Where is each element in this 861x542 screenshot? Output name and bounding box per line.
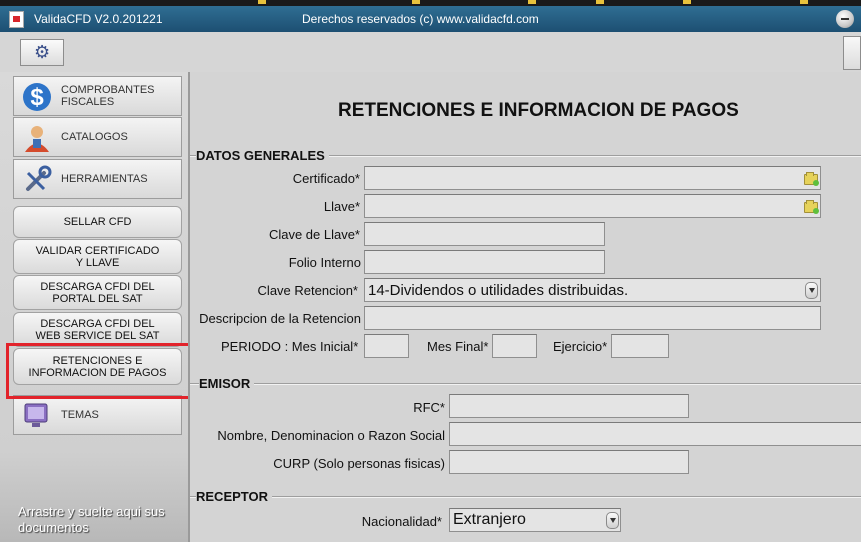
clave-retencion-label: Clave Retencion*	[257, 283, 358, 298]
ejercicio-field[interactable]	[611, 334, 669, 358]
menu-label: TEMAS	[61, 409, 99, 421]
menu-catalogos[interactable]: CATALOGOS	[13, 117, 182, 157]
taskbar-mark	[800, 0, 808, 4]
mes-inicial-label: PERIODO : Mes Inicial*	[221, 339, 359, 354]
app-icon	[9, 11, 24, 28]
copyright-text: Derechos reservados (c) www.validacfd.co…	[302, 12, 539, 26]
settings-button[interactable]: ⚙	[20, 39, 64, 66]
taskbar-mark	[412, 0, 420, 4]
section-divider	[190, 383, 861, 385]
title-bar: ValidaCFD V2.0.201221 Derechos reservado…	[0, 6, 861, 32]
app-title: ValidaCFD V2.0.201221	[34, 12, 163, 26]
toolbar: ⚙	[0, 32, 861, 73]
ejercicio-label: Ejercicio*	[553, 339, 608, 354]
submenu-descarga-web-service[interactable]: DESCARGA CFDI DEL WEB SERVICE DEL SAT	[13, 312, 182, 347]
nacionalidad-label: Nacionalidad*	[361, 514, 442, 529]
taskbar-mark	[683, 0, 691, 4]
dropdown-arrow-icon[interactable]	[805, 282, 818, 299]
nombre-label: Nombre, Denominacion o Razon Social	[217, 428, 445, 443]
submenu-descarga-portal-sat[interactable]: DESCARGA CFDI DEL PORTAL DEL SAT	[13, 275, 182, 310]
nacionalidad-value: Extranjero	[453, 511, 526, 528]
clave-retencion-select[interactable]: 14-Dividendos o utilidades distribuidas.	[364, 278, 821, 302]
tools-icon	[26, 165, 52, 191]
submenu-label: DESCARGA CFDI DEL WEB SERVICE DEL SAT	[35, 317, 160, 342]
sidebar: $ COMPROBANTES FISCALES CATALOGOS HERRAM…	[0, 72, 188, 542]
section-title-emisor: EMISOR	[199, 376, 255, 391]
submenu-sellar-cfd[interactable]: SELLAR CFD	[13, 206, 182, 238]
curp-label: CURP (Solo personas fisicas)	[273, 456, 445, 471]
taskbar-mark	[596, 0, 604, 4]
mes-final-label: Mes Final*	[427, 339, 489, 354]
rfc-field[interactable]	[449, 394, 689, 418]
minimize-button[interactable]	[836, 10, 854, 28]
dropdown-arrow-icon[interactable]	[606, 512, 619, 529]
nombre-field[interactable]	[449, 422, 861, 446]
submenu-label: VALIDAR CERTIFICADO Y LLAVE	[35, 244, 160, 269]
menu-label: CATALOGOS	[61, 131, 128, 143]
descripcion-retencion-label: Descripcion de la Retencion	[199, 311, 361, 326]
toolbar-button[interactable]	[843, 36, 861, 70]
taskbar-mark	[258, 0, 266, 4]
clave-retencion-value: 14-Dividendos o utilidades distribuidas.	[368, 282, 629, 299]
nacionalidad-select[interactable]: Extranjero	[449, 508, 621, 532]
folio-interno-label: Folio Interno	[288, 255, 361, 270]
dollar-icon: $	[23, 83, 51, 111]
menu-herramientas[interactable]: HERRAMIENTAS	[13, 159, 182, 199]
curp-field[interactable]	[449, 450, 689, 474]
submenu-validar-certificado[interactable]: VALIDAR CERTIFICADO Y LLAVE	[13, 239, 182, 274]
section-divider	[190, 496, 861, 498]
menu-comprobantes-fiscales[interactable]: $ COMPROBANTES FISCALES	[13, 76, 182, 116]
taskbar-mark	[528, 0, 536, 4]
mes-final-field[interactable]	[492, 334, 537, 358]
highlight-box	[6, 343, 197, 399]
menu-label: HERRAMIENTAS	[61, 173, 148, 185]
monitor-icon	[24, 403, 48, 427]
certificado-label: Certificado*	[292, 171, 360, 186]
open-folder-icon[interactable]	[804, 172, 819, 186]
certificado-field[interactable]	[364, 166, 821, 190]
drop-hint[interactable]: Arrastre y suelte aqui sus documentos	[18, 504, 168, 536]
menu-label: COMPROBANTES FISCALES	[61, 84, 155, 108]
rfc-label: RFC*	[413, 400, 445, 415]
svg-text:$: $	[30, 84, 44, 111]
submenu-label: DESCARGA CFDI DEL PORTAL DEL SAT	[40, 280, 155, 305]
mes-inicial-field[interactable]	[364, 334, 409, 358]
clave-llave-field[interactable]	[364, 222, 605, 246]
open-folder-icon[interactable]	[804, 200, 819, 214]
descripcion-retencion-field[interactable]	[364, 306, 821, 330]
clave-llave-label: Clave de Llave*	[268, 227, 360, 242]
section-title-datos-generales: DATOS GENERALES	[196, 148, 329, 163]
folio-interno-field[interactable]	[364, 250, 605, 274]
person-icon	[25, 126, 49, 152]
section-title-receptor: RECEPTOR	[196, 489, 272, 504]
llave-label: Llave*	[323, 199, 360, 214]
page-title: RETENCIONES E INFORMACION DE PAGOS	[338, 100, 739, 121]
menu-temas[interactable]: TEMAS	[13, 395, 182, 435]
llave-field[interactable]	[364, 194, 821, 218]
gear-icon: ⚙	[34, 42, 51, 62]
submenu-label: SELLAR CFD	[63, 216, 132, 228]
